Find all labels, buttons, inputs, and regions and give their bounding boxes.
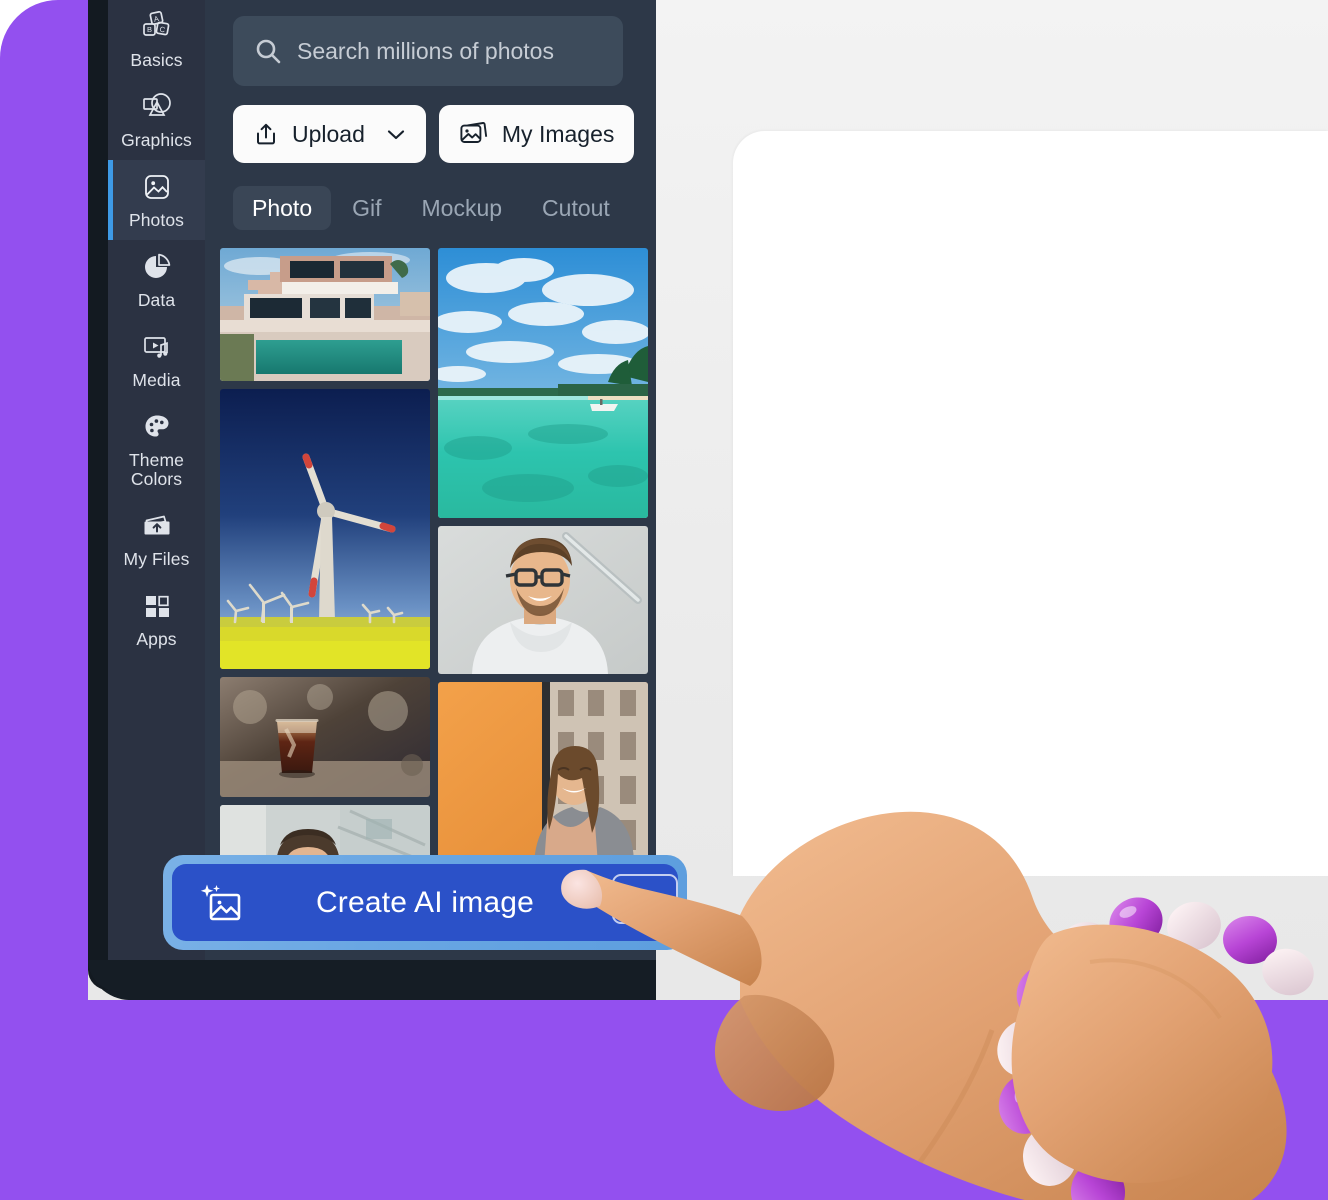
upload-icon xyxy=(253,121,279,147)
upload-button-label: Upload xyxy=(292,120,365,147)
sidebar-item-my-files[interactable]: My Files xyxy=(108,499,205,579)
sidebar-item-data[interactable]: Data xyxy=(108,240,205,320)
panel-action-buttons: Upload My Images xyxy=(233,105,635,163)
sidebar-item-media[interactable]: Media xyxy=(108,320,205,400)
upload-button[interactable]: Upload xyxy=(233,105,426,163)
sidebar-item-basics[interactable]: A B C Basics xyxy=(108,0,205,80)
photo-thumbnail[interactable] xyxy=(220,677,430,797)
media-note-icon xyxy=(140,330,174,364)
sidebar-item-label: Graphics xyxy=(121,130,192,150)
photos-panel: Upload My Images xyxy=(205,0,656,960)
tab-gif[interactable]: Gif xyxy=(333,186,400,230)
my-images-button-label: My Images xyxy=(501,120,615,147)
tab-photo[interactable]: Photo xyxy=(233,186,332,230)
svg-text:C: C xyxy=(158,25,165,35)
photo-grid xyxy=(215,248,656,960)
grid-squares-icon xyxy=(140,589,174,623)
sidebar-item-photos[interactable]: Photos xyxy=(108,160,205,240)
photo-thumbnail[interactable] xyxy=(438,526,648,674)
sidebar-item-graphics[interactable]: Graphics xyxy=(108,80,205,160)
svg-text:A: A xyxy=(152,14,159,24)
ai-image-sparkle-icon xyxy=(200,882,243,924)
my-images-button[interactable]: My Images xyxy=(438,105,635,163)
search-icon xyxy=(253,36,283,66)
folder-up-icon xyxy=(140,509,174,543)
sidebar-item-label: My Files xyxy=(123,549,190,569)
sidebar-item-label: Basics xyxy=(130,50,183,70)
blocks-abc-icon: A B C xyxy=(140,10,174,44)
sidebar-item-label: Media xyxy=(132,370,181,390)
category-tabs: Photo Gif Mockup Cutout xyxy=(233,185,623,231)
tab-cutout[interactable]: Cutout xyxy=(523,186,629,230)
photo-thumbnail[interactable] xyxy=(220,248,430,381)
sidebar-item-label: Theme Colors xyxy=(129,450,184,489)
palette-icon xyxy=(140,410,174,444)
search-input[interactable] xyxy=(297,37,603,65)
pie-chart-icon xyxy=(140,250,174,284)
shapes-icon xyxy=(140,90,174,124)
images-stack-icon xyxy=(459,120,489,148)
sidebar-item-label: Photos xyxy=(128,210,185,230)
svg-text:B: B xyxy=(146,25,151,34)
photo-thumbnail[interactable] xyxy=(438,248,648,518)
photo-grid-column-left xyxy=(220,248,430,867)
sidebar-item-label: Apps xyxy=(136,629,177,649)
sidebar-item-label: Data xyxy=(137,290,176,310)
chevron-down-icon[interactable] xyxy=(386,128,406,141)
image-icon xyxy=(140,170,174,204)
screenshot-root: A B C Basics Graphics Photos Data Media … xyxy=(0,0,1328,1200)
sidebar-item-apps[interactable]: Apps xyxy=(108,579,205,659)
photo-thumbnail[interactable] xyxy=(220,389,430,669)
search-bar[interactable] xyxy=(233,16,623,86)
tab-mockup[interactable]: Mockup xyxy=(403,186,522,230)
left-sidebar: A B C Basics Graphics Photos Data Media … xyxy=(108,0,205,975)
editor-bottom-shelf xyxy=(88,960,656,992)
photo-grid-column-right xyxy=(438,248,648,865)
sidebar-item-theme-colors[interactable]: Theme Colors xyxy=(108,400,205,499)
photo-thumbnail[interactable] xyxy=(438,682,648,865)
pointing-hand-cursor xyxy=(561,700,1328,1200)
editor-left-rail xyxy=(88,0,108,990)
